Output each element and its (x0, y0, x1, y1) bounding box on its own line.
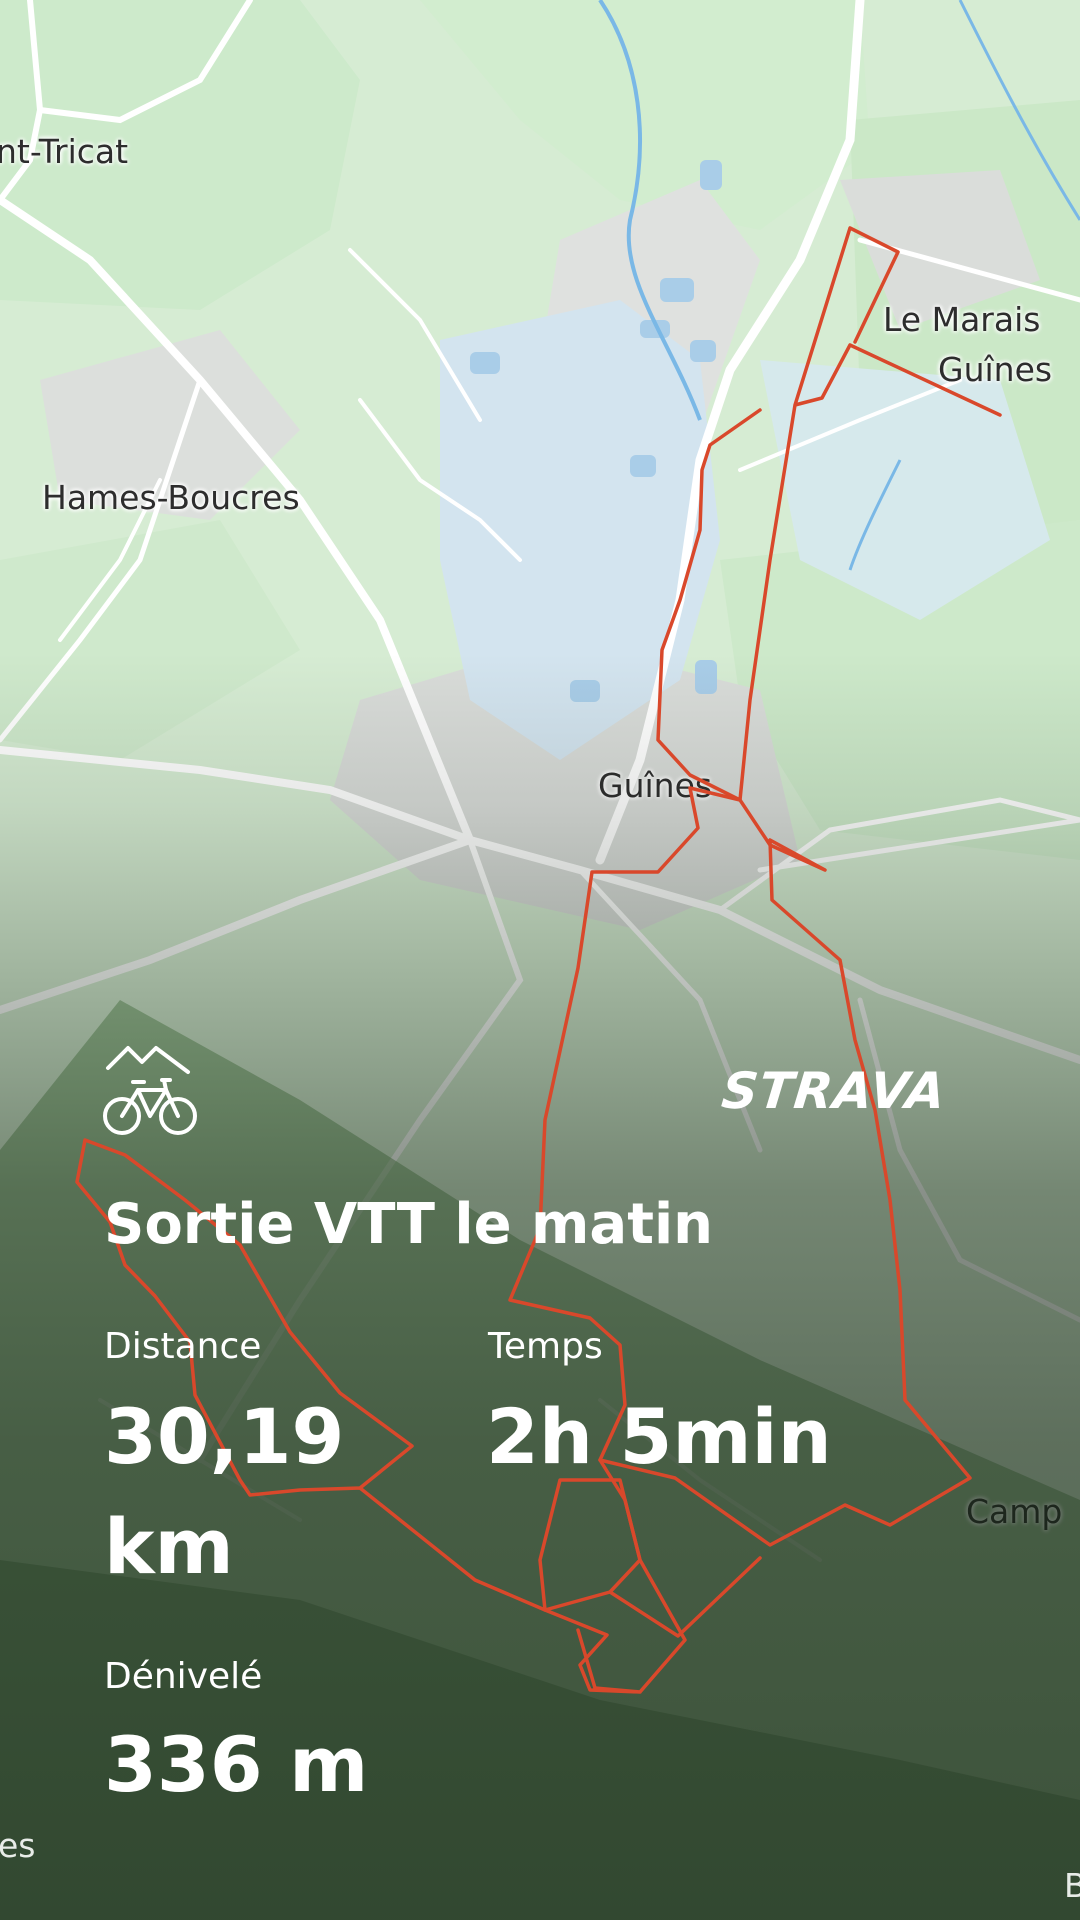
time-value: 2h 5min (486, 1392, 832, 1481)
activity-title: Sortie VTT le matin (104, 1192, 714, 1257)
elevation-label: Dénivelé (104, 1656, 263, 1697)
elevation-value: 336 m (104, 1720, 369, 1809)
activity-share-card: nt-Tricat Hames-Boucres Le Marais Guînes… (0, 0, 1080, 1920)
distance-label: Distance (104, 1326, 262, 1367)
time-label: Temps (488, 1326, 603, 1367)
strava-logo: STRAVA (718, 1062, 949, 1120)
activity-overlay: STRAVA Sortie VTT le matin Distance 30,1… (0, 0, 1080, 1920)
mountain-bike-icon (103, 1046, 197, 1135)
distance-value: 30,19 km (104, 1392, 345, 1591)
